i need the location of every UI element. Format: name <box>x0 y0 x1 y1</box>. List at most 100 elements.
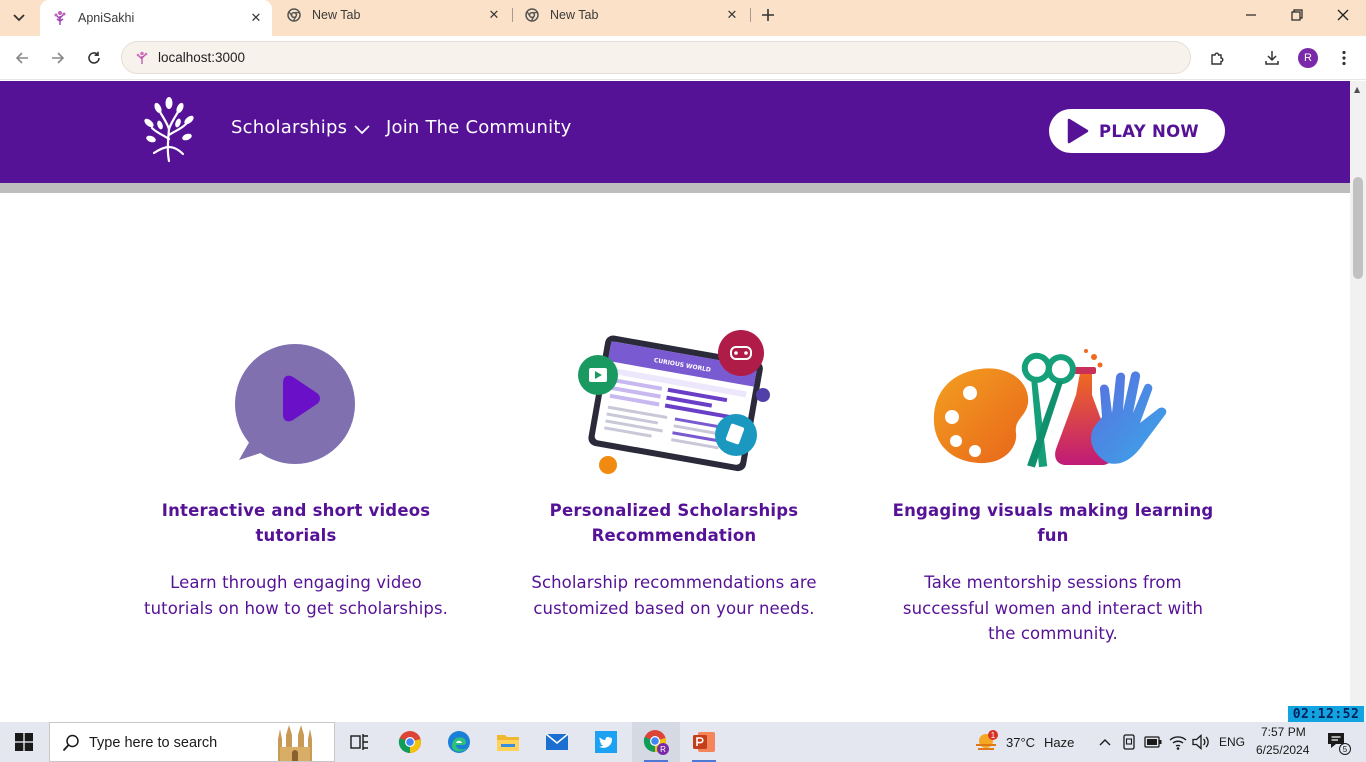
tab-new-tab-1[interactable]: New Tab ✕ <box>274 0 510 30</box>
feature-title-line: Engaging visuals making learning <box>892 501 1214 520</box>
plus-icon <box>762 9 774 21</box>
feature-desc-line: Scholarship recommendations are <box>531 573 817 592</box>
taskbar-search-input[interactable]: Type here to search <box>49 722 335 762</box>
start-button[interactable] <box>0 722 48 762</box>
taskbar-mail-button[interactable] <box>533 722 581 762</box>
taskbar-chrome-profile-button[interactable]: R <box>632 722 680 762</box>
feature-title-line: Personalized Scholarships <box>549 501 799 520</box>
tab-search-button[interactable] <box>6 6 32 30</box>
feature-title-visuals: Engaging visuals making learning fun <box>878 498 1228 548</box>
meet-now-button[interactable] <box>1118 722 1140 762</box>
feature-desc-line: tutorials on how to get scholarships. <box>144 598 448 618</box>
downloads-button[interactable] <box>1258 44 1286 72</box>
folder-icon <box>497 735 519 751</box>
feature-desc-videos: Learn through engaging video tutorials o… <box>121 570 471 621</box>
play-now-button[interactable]: PLAY NOW <box>1049 109 1225 153</box>
show-hidden-icons-button[interactable] <box>1094 722 1116 762</box>
feature-title-line: Interactive and short videos tutorials <box>161 501 431 545</box>
mail-icon <box>545 733 569 750</box>
search-highlight-cathedral-icon[interactable] <box>272 725 318 761</box>
chrome-profile-initial: R <box>660 745 666 754</box>
restore-icon <box>1291 9 1303 21</box>
close-tab-icon[interactable]: ✕ <box>246 8 266 28</box>
weather-button[interactable]: 1 <box>968 722 1004 762</box>
reload-button[interactable] <box>80 44 108 72</box>
play-now-label: PLAY NOW <box>1099 121 1199 141</box>
extensions-button[interactable] <box>1204 44 1232 72</box>
search-icon <box>62 734 79 752</box>
scroll-up-arrow-icon[interactable]: ▲ <box>1354 85 1360 94</box>
twitter-icon <box>595 731 617 753</box>
edge-icon <box>448 731 470 753</box>
site-info-icon[interactable] <box>134 50 150 66</box>
language-indicator[interactable]: ENG <box>1219 735 1245 749</box>
haze-weather-icon: 1 <box>976 730 998 750</box>
search-placeholder: Type here to search <box>89 735 218 751</box>
taskbar-date[interactable]: 6/25/2024 <box>1256 743 1309 757</box>
chrome-favicon-icon <box>524 7 540 23</box>
back-button[interactable] <box>8 44 36 72</box>
chevron-down-icon[interactable] <box>354 125 370 135</box>
page-scrollbar[interactable]: ▲ <box>1350 81 1366 722</box>
overlay-timer: 02:12:52 <box>1288 706 1364 722</box>
nav-join-community-link[interactable]: Join The Community <box>386 117 571 138</box>
close-icon <box>1337 9 1349 21</box>
feature-title-scholarships: Personalized Scholarships Recommendation <box>499 498 849 548</box>
forward-button[interactable] <box>44 44 72 72</box>
video-chat-bubble-icon <box>235 344 355 464</box>
windows-taskbar: Type here to search R 1 37°C Haze ENG 7:… <box>0 722 1366 762</box>
scrollbar-thumb[interactable] <box>1353 177 1363 279</box>
minimize-icon <box>1246 14 1256 16</box>
tab-title: New Tab <box>550 8 599 22</box>
restore-button[interactable] <box>1274 0 1320 30</box>
tab-apnisakhi[interactable]: ApniSakhi ✕ <box>40 0 272 36</box>
speaker-icon <box>1192 734 1209 750</box>
apnisakhi-logo-icon[interactable] <box>143 95 195 163</box>
chrome-profile-icon: R <box>643 730 669 755</box>
close-tab-icon[interactable]: ✕ <box>484 5 504 25</box>
taskbar-edge-button[interactable] <box>435 722 483 762</box>
profile-button[interactable]: R <box>1294 44 1322 72</box>
browser-tab-strip: ApniSakhi ✕ New Tab ✕ New Tab ✕ <box>0 0 1366 36</box>
task-view-button[interactable] <box>336 722 384 762</box>
close-tab-icon[interactable]: ✕ <box>722 5 742 25</box>
taskbar-time[interactable]: 7:57 PM <box>1261 725 1306 739</box>
scholarship-tablet-illustration-icon: CURIOUS WORLD <box>578 330 770 474</box>
browser-menu-button[interactable] <box>1330 44 1358 72</box>
close-window-button[interactable] <box>1320 0 1366 30</box>
volume-button[interactable] <box>1190 722 1212 762</box>
battery-icon <box>1144 736 1162 748</box>
chrome-favicon-icon <box>286 7 302 23</box>
tab-new-tab-2[interactable]: New Tab ✕ <box>512 0 748 30</box>
weather-temp[interactable]: 37°C <box>1006 735 1035 750</box>
new-tab-button[interactable] <box>756 3 780 27</box>
arrow-left-icon <box>15 52 28 64</box>
page-viewport: Scholarships Join The Community PLAY NOW… <box>0 81 1350 722</box>
taskbar-powerpoint-button[interactable] <box>680 722 728 762</box>
feature-title-line: Recommendation <box>591 526 757 545</box>
feature-desc-scholarships: Scholarship recommendations are customiz… <box>499 570 849 621</box>
feature-title-videos: Interactive and short videos tutorials <box>121 498 471 548</box>
notification-center-button[interactable]: 5 <box>1318 722 1358 762</box>
powerpoint-icon <box>693 732 715 752</box>
battery-button[interactable] <box>1142 722 1164 762</box>
feature-desc-line: Learn through engaging video <box>170 573 422 592</box>
notification-count: 5 <box>1343 745 1348 754</box>
task-view-icon <box>350 734 368 750</box>
taskbar-chrome-button[interactable] <box>386 722 434 762</box>
tab-title: ApniSakhi <box>78 11 135 25</box>
minimize-button[interactable] <box>1228 0 1274 30</box>
apnisakhi-favicon-icon <box>52 10 68 26</box>
notification-icon: 5 <box>1328 733 1351 755</box>
weather-condition[interactable]: Haze <box>1044 735 1074 750</box>
nav-scholarships-link[interactable]: Scholarships <box>231 117 347 138</box>
feature-desc-line: customized based on your needs. <box>533 598 815 618</box>
wifi-icon <box>1169 736 1187 750</box>
taskbar-twitter-button[interactable] <box>582 722 630 762</box>
chrome-icon <box>398 731 421 754</box>
tab-title: New Tab <box>312 8 361 22</box>
network-button[interactable] <box>1166 722 1190 762</box>
address-bar[interactable]: localhost:3000 <box>121 41 1191 74</box>
windows-logo-icon <box>15 733 33 751</box>
taskbar-file-explorer-button[interactable] <box>484 722 532 762</box>
